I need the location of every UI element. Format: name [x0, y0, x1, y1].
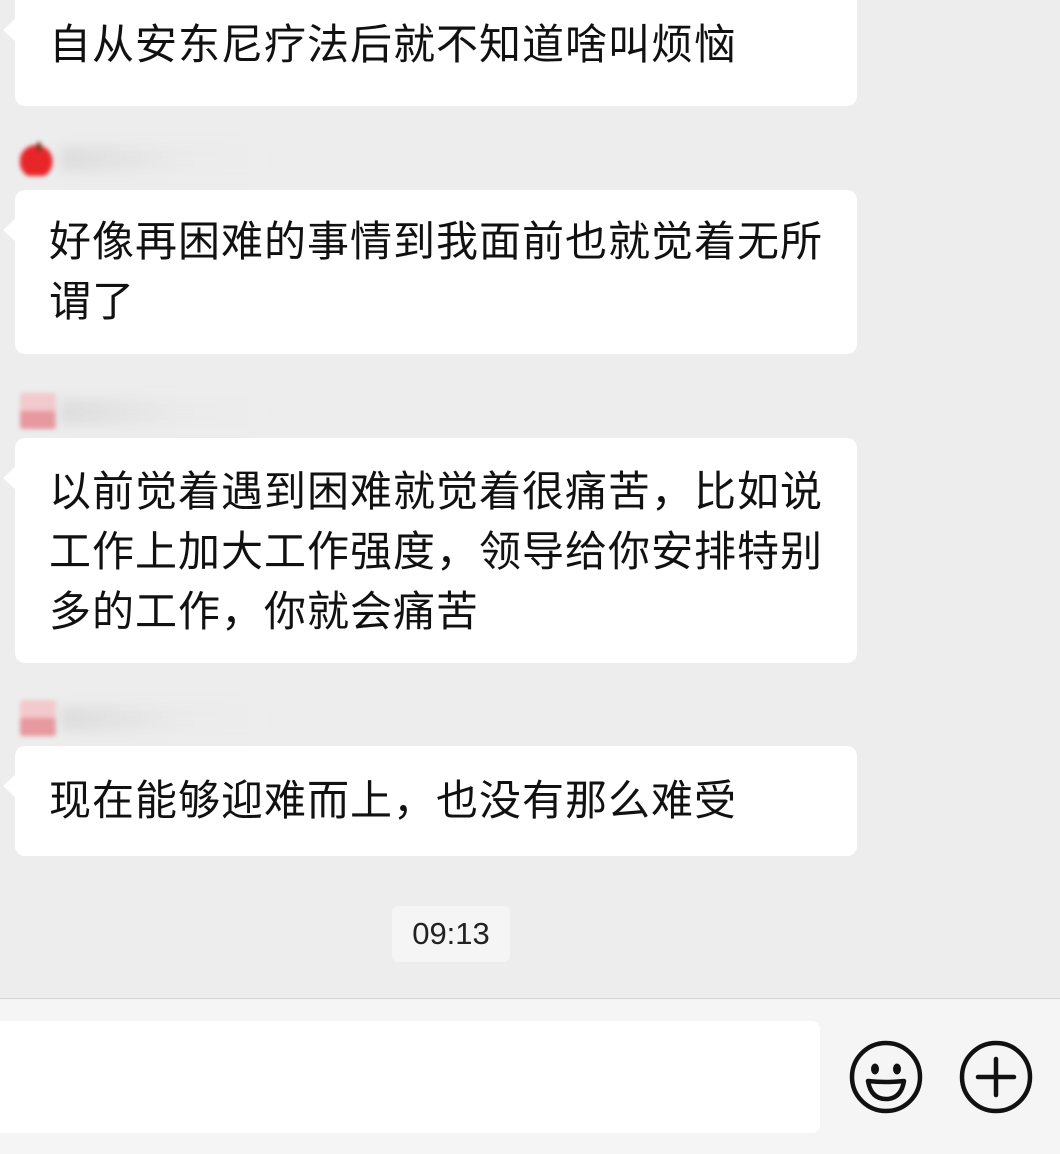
avatar[interactable] [20, 700, 56, 736]
more-functions-button[interactable] [958, 1039, 1034, 1115]
message-text: 好像再困难的事情到我面前也就觉着无所谓了 [49, 217, 824, 326]
message-text: 以前觉着遇到困难就觉着很痛苦，比如说工作上加大工作强度，领导给你安排特别多的工作… [49, 467, 824, 636]
chat-input-bar [0, 998, 1060, 1154]
message-input[interactable] [0, 1021, 820, 1133]
emoji-button[interactable] [848, 1039, 924, 1115]
message-text: 自从安东尼疗法后就不知道啥叫烦恼 [49, 20, 738, 69]
sender-name-blurred [60, 706, 260, 732]
sender-name-blurred [60, 399, 260, 425]
smiley-face-icon [849, 1040, 923, 1114]
message-bubble[interactable]: 以前觉着遇到困难就觉着很痛苦，比如说工作上加大工作强度，领导给你安排特别多的工作… [3, 438, 857, 663]
avatar[interactable] [20, 393, 56, 429]
message-text: 现在能够迎难而上，也没有那么难受 [49, 776, 738, 825]
avatar[interactable] [20, 140, 56, 176]
sender-name-blurred [60, 146, 260, 172]
plus-circle-icon [959, 1040, 1033, 1114]
chat-message-list[interactable]: 自从安东尼疗法后就不知道啥叫烦恼 好像再困难的事情到我面前也就觉着无所谓了 以前… [0, 0, 1060, 998]
message-bubble[interactable]: 自从安东尼疗法后就不知道啥叫烦恼 [3, 0, 857, 106]
message-bubble[interactable]: 现在能够迎难而上，也没有那么难受 [3, 746, 857, 856]
message-timestamp: 09:13 [392, 906, 510, 962]
message-bubble[interactable]: 好像再困难的事情到我面前也就觉着无所谓了 [3, 190, 857, 354]
